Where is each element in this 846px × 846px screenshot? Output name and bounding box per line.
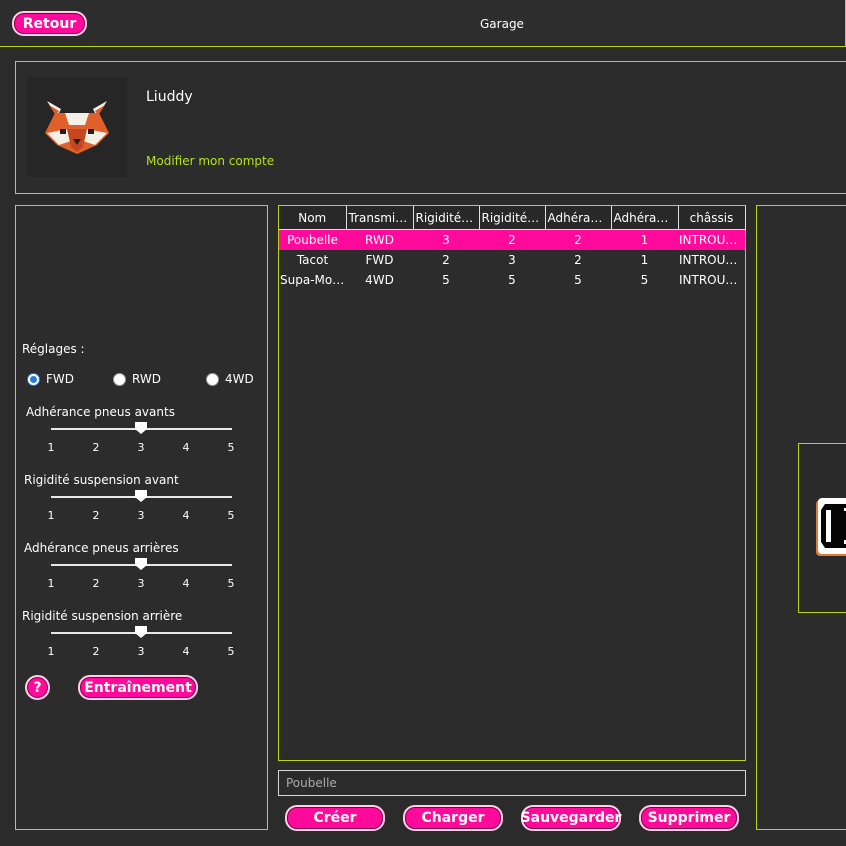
front-suspension-slider[interactable]: 1 2 3 4 5 [47,490,235,524]
slider-label-rear-grip: Adhérance pneus arrières [24,541,179,555]
table-cell: Supa-Mob... [280,273,346,287]
delete-button[interactable]: Supprimer [639,805,739,831]
table-cell: 2 [479,229,545,250]
table-cell: 4WD [365,273,394,287]
back-button[interactable]: Retour [12,11,87,36]
slider-tick-label: 2 [92,441,100,454]
radio-label: FWD [46,372,75,386]
slider-thumb[interactable] [135,422,147,434]
settings-panel: Réglages : FWD RWD 4WD Adhérance pneus a… [15,205,268,830]
load-button[interactable]: Charger [403,805,503,831]
column-header-front-grip[interactable]: Adhéranc... [545,206,612,230]
car-table: Nom Transmiss... Rigidité s... Rigidité … [279,206,746,290]
create-button[interactable]: Créer [285,805,385,831]
table-header-row: Nom Transmiss... Rigidité s... Rigidité … [279,206,746,230]
radio-dot [113,372,126,386]
settings-title: Réglages : [22,342,85,356]
column-header-transmission[interactable]: Transmiss... [346,206,414,230]
slider-tick-label: 3 [137,509,145,522]
radio-dot [206,372,219,386]
help-button[interactable]: ? [25,675,50,700]
chassis-icon [816,498,846,556]
table-cell: INTROUVA... [679,273,745,287]
column-header-rear-suspension[interactable]: Rigidité s... [479,206,546,230]
username: Liuddy [146,89,193,105]
table-cell: 2 [574,253,582,267]
table-cell: Poubelle [279,229,346,250]
slider-label-front-grip: Adhérance pneus avants [26,405,175,419]
table-cell: 1 [611,229,678,250]
slider-tick-label: 1 [47,509,55,522]
table-cell: FWD [365,253,394,267]
table-row[interactable]: Supa-Mob... 4WD 5 5 5 5 INTROUVA... [279,270,745,290]
slider-tick-label: 5 [227,441,235,454]
slider-thumb[interactable] [135,558,147,570]
rear-suspension-slider[interactable]: 1 2 3 4 5 [47,626,235,660]
slider-ticks: 1 2 3 4 5 [47,577,235,591]
slider-thumb[interactable] [135,490,147,502]
car-name-input[interactable]: Poubelle [278,770,746,796]
slider-label-rear-suspension: Rigidité suspension arrière [22,609,183,623]
radio-rwd[interactable]: RWD [113,372,161,386]
column-header-chassis[interactable]: châssis [678,206,746,230]
slider-tick-label: 1 [47,577,55,590]
radio-label: 4WD [225,372,254,386]
slider-tick-label: 2 [92,577,100,590]
table-cell: 3 [508,253,516,267]
column-header-front-suspension[interactable]: Rigidité s... [413,206,480,230]
save-button[interactable]: Sauvegarder [521,805,621,831]
slider-ticks: 1 2 3 4 5 [47,509,235,523]
table-row[interactable]: Poubelle RWD 3 2 2 1 INTROUVA... [279,229,745,250]
slider-tick-label: 1 [47,441,55,454]
table-cell: 5 [640,273,649,287]
slider-thumb[interactable] [135,626,147,638]
car-table-panel: Nom Transmiss... Rigidité s... Rigidité … [278,205,746,761]
slider-tick-label: 2 [92,509,100,522]
radio-dot [27,372,40,386]
table-cell: 2 [442,253,450,267]
slider-ticks: 1 2 3 4 5 [47,441,235,455]
table-cell: 3 [413,229,479,250]
slider-tick-label: 5 [227,645,235,658]
slider-tick-label: 4 [182,441,190,454]
table-cell: INTROUVA... [678,229,745,250]
top-bar: Retour Garage [0,0,846,47]
slider-tick-label: 1 [47,645,55,658]
chassis-preview [798,443,846,613]
radio-label: RWD [132,372,161,386]
slider-tick-label: 4 [182,645,190,658]
table-row[interactable]: Tacot FWD 2 3 2 1 INTROUVA... [279,250,745,270]
chassis-preview-panel [756,205,846,830]
slider-tick-label: 3 [137,577,145,590]
table-cell: 5 [574,273,582,287]
slider-tick-label: 3 [137,441,145,454]
table-cell: 1 [640,253,649,267]
slider-tick-label: 4 [182,577,190,590]
front-grip-slider[interactable]: 1 2 3 4 5 [47,422,235,456]
radio-4wd[interactable]: 4WD [206,372,254,386]
modify-account-link[interactable]: Modifier mon compte [146,154,274,168]
rear-grip-slider[interactable]: 1 2 3 4 5 [47,558,235,592]
table-cell: 5 [442,273,450,287]
table-cell: 5 [508,273,516,287]
column-header-rear-grip[interactable]: Adhéranc... [611,206,679,230]
slider-tick-label: 5 [227,509,235,522]
slider-tick-label: 5 [227,577,235,590]
red-panda-avatar-icon [27,77,127,177]
column-header-name[interactable]: Nom [279,206,347,230]
slider-ticks: 1 2 3 4 5 [47,645,235,659]
slider-label-front-suspension: Rigidité suspension avant [24,473,179,487]
radio-fwd[interactable]: FWD [27,372,74,386]
profile-panel: Liuddy Modifier mon compte [15,61,846,194]
page-title: Garage [480,17,524,31]
table-cell: 2 [545,229,611,250]
training-button[interactable]: Entraînement [78,675,198,700]
table-cell: RWD [346,229,413,250]
table-cell: INTROUVA... [679,253,745,267]
slider-tick-label: 2 [92,645,100,658]
slider-tick-label: 3 [137,645,145,658]
table-cell: Tacot [296,253,329,267]
slider-tick-label: 4 [182,509,190,522]
